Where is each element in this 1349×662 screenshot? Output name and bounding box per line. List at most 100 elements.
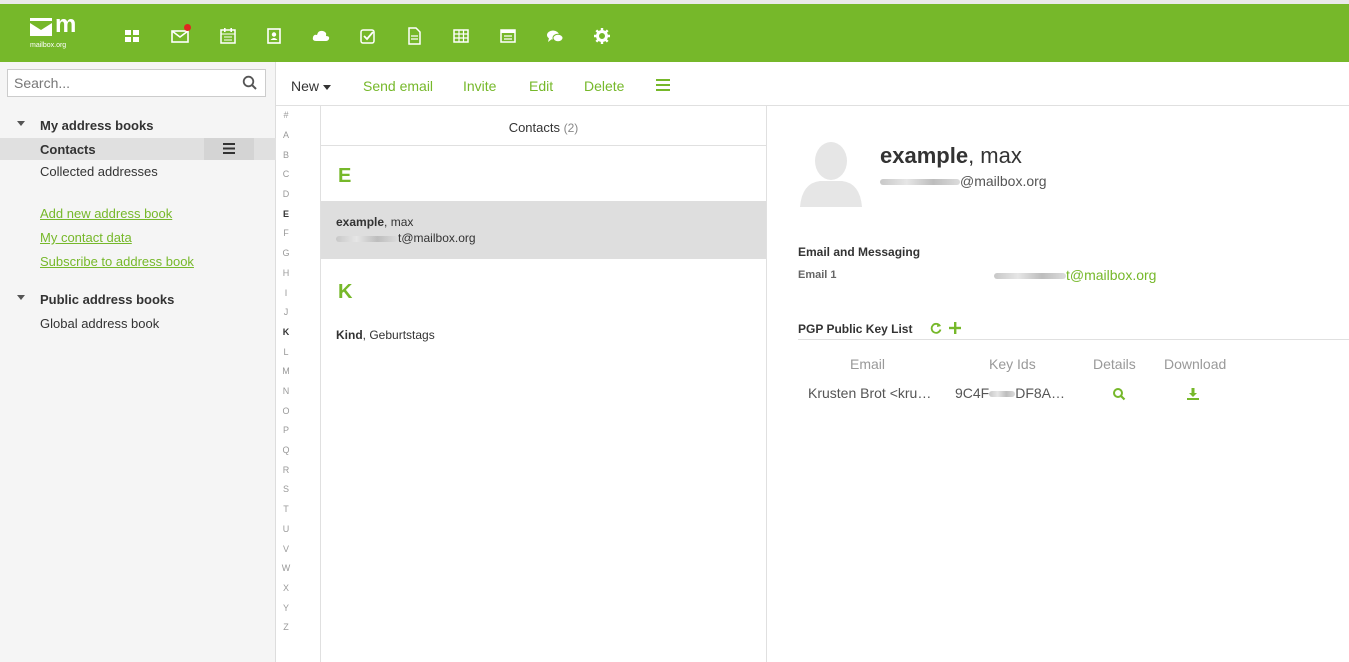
letter-p[interactable]: P (276, 425, 296, 435)
edit-button[interactable]: Edit (529, 78, 553, 94)
contact-email: t@mailbox.org (336, 231, 476, 245)
section-title-email-messaging: Email and Messaging (798, 245, 921, 259)
address-book-icon[interactable] (264, 26, 284, 46)
key-details-search-icon[interactable] (1112, 387, 1126, 401)
dropdown-caret-icon (323, 84, 332, 90)
letter-index: # A B C D E F G H I J K L M N O P Q R S … (276, 106, 321, 662)
sidebar-item-global[interactable]: Global address book (0, 312, 276, 334)
key-download-icon[interactable] (1186, 387, 1200, 401)
chat-icon[interactable] (545, 26, 565, 46)
mail-icon[interactable] (170, 24, 191, 46)
contact-row[interactable]: Kind, Geburtstags (321, 314, 766, 372)
spreadsheet-icon[interactable] (451, 26, 471, 46)
avatar-placeholder-icon (800, 142, 862, 207)
col-header-email: Email (850, 356, 886, 372)
add-key-icon[interactable] (949, 322, 961, 334)
letter-r[interactable]: R (276, 465, 296, 475)
collapse-caret-icon[interactable] (17, 121, 25, 126)
letter-v[interactable]: V (276, 544, 296, 554)
sidebar-item-label: Global address book (40, 316, 160, 331)
new-label: New (291, 78, 320, 94)
logo-text: mailbox.org (30, 42, 67, 49)
public-address-books-group[interactable]: Public address books (0, 288, 276, 310)
letter-u[interactable]: U (276, 524, 296, 534)
group-title: My address books (40, 118, 154, 133)
cloud-icon[interactable] (311, 26, 331, 46)
new-button[interactable]: New (291, 78, 332, 94)
letter-q[interactable]: Q (276, 445, 296, 455)
letter-i[interactable]: I (276, 288, 296, 298)
logo-envelope-icon (30, 18, 52, 36)
search-input[interactable] (8, 70, 233, 96)
contact-list: Contacts (2) E example, max t@mailbox.or… (321, 106, 767, 662)
collapse-caret-icon[interactable] (17, 295, 25, 300)
letter-j[interactable]: J (276, 307, 296, 317)
letter-n[interactable]: N (276, 386, 296, 396)
send-email-button[interactable]: Send email (363, 78, 433, 94)
subscribe-address-book-link[interactable]: Subscribe to address book (40, 254, 194, 269)
settings-gear-icon[interactable] (592, 26, 612, 46)
col-header-key-ids: Key Ids (989, 356, 1036, 372)
col-header-download: Download (1164, 356, 1227, 372)
letter-a[interactable]: A (276, 130, 296, 140)
contact-full-name: example, max (880, 143, 1022, 168)
letter-f[interactable]: F (276, 228, 296, 238)
refresh-icon[interactable] (930, 322, 942, 334)
presentation-icon[interactable] (498, 26, 518, 46)
letter-h[interactable]: H (276, 268, 296, 278)
col-header-details: Details (1093, 356, 1136, 372)
list-header: Contacts (2) (321, 106, 766, 146)
contact-detail: example, max @mailbox.org Email and Mess… (767, 106, 1349, 662)
letter-l[interactable]: L (276, 347, 296, 357)
contact-header-email[interactable]: @mailbox.org (880, 173, 1047, 189)
letter-e[interactable]: E (276, 209, 296, 219)
delete-button[interactable]: Delete (584, 78, 624, 94)
letter-g[interactable]: G (276, 248, 296, 258)
letter-k[interactable]: K (276, 327, 296, 337)
pgp-title: PGP Public Key List (798, 322, 913, 336)
letter-s[interactable]: S (276, 484, 296, 494)
search-icon[interactable] (242, 75, 258, 91)
mailbox-logo[interactable]: m mailbox.org (30, 11, 90, 56)
my-contact-data-link[interactable]: My contact data (40, 230, 132, 245)
key-email-cell: Krusten Brot <kru… (808, 385, 932, 401)
section-letter-k: K (338, 281, 353, 303)
letter-o[interactable]: O (276, 406, 296, 416)
calendar-icon[interactable] (218, 26, 238, 46)
contact-name: Kind, Geburtstags (336, 328, 435, 342)
tasks-icon[interactable] (358, 26, 378, 46)
sidebar-item-contacts[interactable]: Contacts (0, 138, 276, 160)
more-actions-hamburger-icon[interactable] (656, 79, 670, 91)
letter-z[interactable]: Z (276, 622, 296, 632)
redacted-text (880, 179, 960, 186)
apps-grid-icon[interactable] (122, 26, 142, 46)
sidebar-item-collected[interactable]: Collected addresses (0, 160, 276, 182)
letter-t[interactable]: T (276, 504, 296, 514)
key-ids-cell: 9C4F DF8A… (955, 385, 1066, 401)
hamburger-icon (223, 143, 235, 154)
unread-badge (184, 24, 191, 31)
contact-count: (2) (563, 121, 579, 135)
contact-row[interactable]: example, max t@mailbox.org (321, 201, 766, 259)
my-address-books-group[interactable]: My address books (0, 114, 276, 136)
email1-value[interactable]: t@mailbox.org (994, 267, 1156, 283)
add-address-book-link[interactable]: Add new address book (40, 206, 172, 221)
top-bar: m mailbox.org (0, 0, 1349, 62)
logo-mark: m (55, 11, 76, 38)
list-title: Contacts (508, 120, 560, 135)
letter-x[interactable]: X (276, 583, 296, 593)
invite-button[interactable]: Invite (463, 78, 496, 94)
group-title: Public address books (40, 292, 175, 307)
search-box (7, 69, 266, 97)
letter-w[interactable]: W (276, 563, 296, 573)
letter-d[interactable]: D (276, 189, 296, 199)
sidebar: My address books Contacts Collected addr… (0, 62, 276, 662)
letter-c[interactable]: C (276, 169, 296, 179)
document-icon[interactable] (404, 26, 424, 46)
letter-hash[interactable]: # (276, 110, 296, 120)
letter-m[interactable]: M (276, 366, 296, 376)
folder-menu-button[interactable] (204, 138, 254, 160)
redacted-text (994, 273, 1066, 280)
letter-b[interactable]: B (276, 150, 296, 160)
letter-y[interactable]: Y (276, 603, 296, 613)
